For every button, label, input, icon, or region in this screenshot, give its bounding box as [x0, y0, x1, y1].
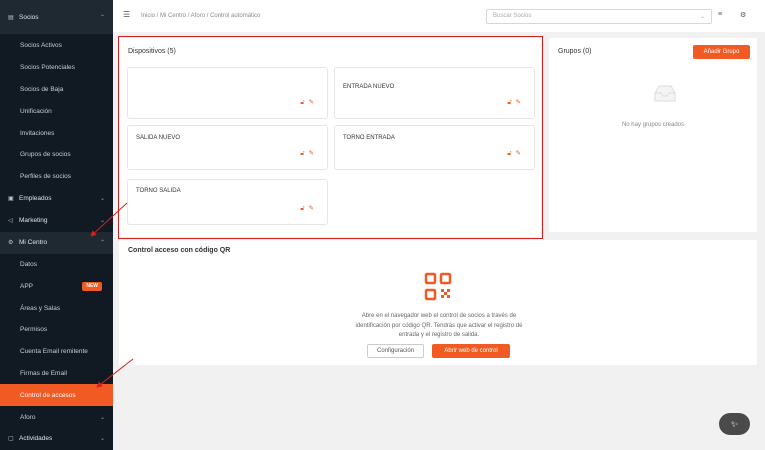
arrow-to-control-accesos — [96, 358, 134, 388]
annotation-arrows — [90, 202, 134, 388]
magic-wand-button[interactable]: ✨︎ — [719, 413, 750, 435]
arrow-to-mi-centro — [90, 202, 128, 237]
